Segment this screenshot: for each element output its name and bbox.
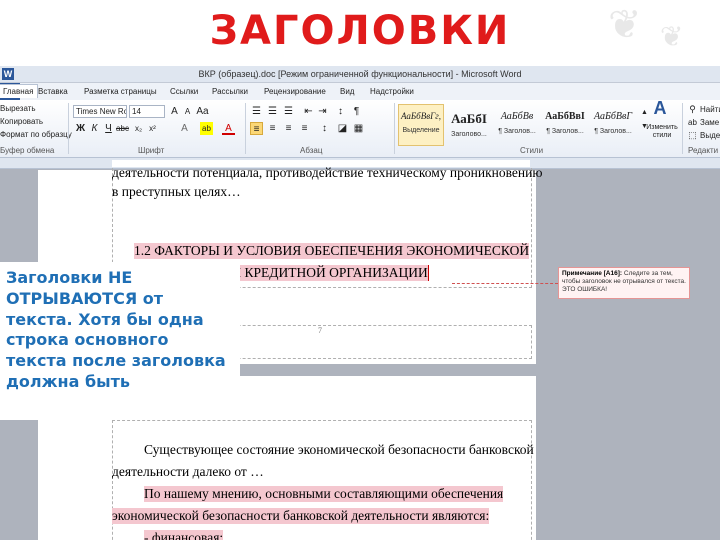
page-number: 7 [318, 326, 322, 335]
body-text-line: в преступных целях… [112, 184, 241, 199]
multilevel-list-icon[interactable]: ☰ [282, 105, 295, 118]
heading-line[interactable]: 1.2 ФАКТОРЫ И УСЛОВИЯ ОБЕСПЕЧЕНИЯ ЭКОНОМ… [134, 243, 530, 259]
justify-icon[interactable]: ≡ [298, 122, 311, 135]
bold-icon[interactable]: Ж [74, 122, 87, 135]
style-name: Выделение [402, 127, 440, 134]
slide-title: ЗАГОЛОВКИ [209, 8, 511, 54]
replace-button[interactable]: Заме [700, 118, 719, 127]
copy-button[interactable]: Копировать [0, 117, 43, 126]
format-painter-button[interactable]: Формат по образцу [0, 130, 72, 139]
find-button[interactable]: Найти [700, 105, 720, 114]
style-heading-4[interactable]: АаБбВвГ ¶ Заголов... [590, 104, 636, 146]
tab-mailings[interactable]: Рассылки [212, 87, 248, 96]
style-sample: АаБбІ [451, 111, 487, 126]
style-sample: АаБбВв [500, 111, 534, 122]
font-group-label: Шрифт [138, 146, 165, 155]
ribbon: Вырезать Копировать Формат по образцу Бу… [0, 99, 720, 158]
subscript-icon[interactable]: x₂ [132, 122, 145, 135]
underline-icon[interactable]: Ч [102, 122, 115, 135]
comment-balloon[interactable]: Примечание [А16]: Следите за тем, чтобы … [558, 267, 690, 299]
decrease-indent-icon[interactable]: ⇤ [302, 105, 315, 118]
show-marks-icon[interactable]: ¶ [350, 105, 363, 118]
style-heading[interactable]: АаБбІ Заголово... [446, 104, 492, 146]
comment-label: Примечание [А16]: [562, 270, 623, 277]
callout-note: Заголовки НЕ ОТРЫВАЮТСЯ от текста. Хотя … [0, 262, 240, 420]
ribbon-tab-bar: ▪ Главная Вставка Разметка страницы Ссыл… [0, 83, 720, 100]
body-text-line: - финансовая; [144, 530, 224, 540]
align-right-icon[interactable]: ≡ [282, 122, 295, 135]
change-styles-button[interactable]: Изменить стили [644, 124, 680, 139]
cut-button[interactable]: Вырезать [0, 104, 36, 113]
font-color-icon[interactable]: A [222, 122, 235, 135]
style-sample: АаБбВвІ [545, 111, 585, 122]
bullets-icon[interactable]: ☰ [250, 105, 263, 118]
replace-icon[interactable]: ab [686, 116, 699, 129]
body-text-line: Существующее состояние экономической без… [144, 442, 534, 457]
comment-connector [452, 283, 558, 284]
increase-indent-icon[interactable]: ⇥ [316, 105, 329, 118]
body-text-line: По нашему мнению, основными составляющим… [144, 486, 504, 502]
style-name: ¶ Заголов... [594, 128, 632, 135]
style-name: ¶ Заголов... [546, 128, 584, 135]
strikethrough-icon[interactable]: abc [116, 122, 129, 135]
font-size-field[interactable]: 14 [129, 105, 165, 118]
superscript-icon[interactable]: x² [146, 122, 159, 135]
clipboard-group-label: Буфер обмена [0, 146, 55, 155]
styles-group-label: Стили [520, 146, 544, 155]
align-center-icon[interactable]: ≡ [266, 122, 279, 135]
italic-icon[interactable]: К [88, 122, 101, 135]
shrink-font-icon[interactable]: A [181, 105, 194, 118]
paragraph-group-label: Абзац [300, 146, 323, 155]
body-text-line: деятельности потенциала, противодействие… [112, 165, 543, 180]
group-divider [682, 103, 683, 154]
editing-group-label: Редакти [688, 146, 719, 155]
tab-references[interactable]: Ссылки [170, 87, 198, 96]
sort-icon[interactable]: ↕ [334, 105, 347, 118]
window-title: ВКР (образец).doc [Режим ограниченной фу… [198, 69, 522, 79]
group-divider [394, 103, 395, 154]
numbering-icon[interactable]: ☰ [266, 105, 279, 118]
style-sample: АаБбВвГг, [401, 111, 441, 121]
grow-font-icon[interactable]: A [168, 105, 181, 118]
body-text-line: деятельности далеко от … [112, 464, 264, 479]
group-divider [68, 103, 69, 154]
align-left-icon[interactable]: ≡ [250, 122, 263, 135]
change-case-icon[interactable]: Aa [196, 105, 209, 118]
tab-addins[interactable]: Надстройки [370, 87, 414, 96]
style-emphasis[interactable]: АаБбВвГг, Выделение [398, 104, 444, 146]
change-styles-icon[interactable]: A [650, 99, 670, 122]
title-bar: W ВКР (образец).doc [Режим ограниченной … [0, 66, 720, 83]
select-button[interactable]: Выде [700, 131, 720, 140]
text-effects-icon[interactable]: A [178, 122, 191, 135]
style-heading-2[interactable]: АаБбВв ¶ Заголов... [494, 104, 540, 146]
find-icon[interactable]: ⚲ [686, 103, 699, 116]
tab-home[interactable]: Главная [0, 84, 39, 98]
body-text-line: экономической безопасности банковской де… [112, 508, 490, 524]
group-divider [245, 103, 246, 154]
tab-review[interactable]: Рецензирование [264, 87, 326, 96]
line-spacing-icon[interactable]: ↕ [318, 122, 331, 135]
select-icon[interactable]: ⬚ [686, 129, 699, 142]
borders-icon[interactable]: ▦ [352, 122, 365, 135]
style-heading-3[interactable]: АаБбВвІ ¶ Заголов... [542, 104, 588, 146]
style-name: Заголово... [451, 131, 487, 138]
shading-icon[interactable]: ◪ [336, 122, 349, 135]
tab-page-layout[interactable]: Разметка страницы [84, 87, 157, 96]
tab-view[interactable]: Вид [340, 87, 354, 96]
style-name: ¶ Заголов... [498, 128, 536, 135]
tab-insert[interactable]: Вставка [38, 87, 68, 96]
style-sample: АаБбВвГ [593, 111, 633, 122]
font-name-field[interactable]: Times New Ro [73, 105, 127, 118]
highlight-icon[interactable]: ab [200, 122, 213, 135]
